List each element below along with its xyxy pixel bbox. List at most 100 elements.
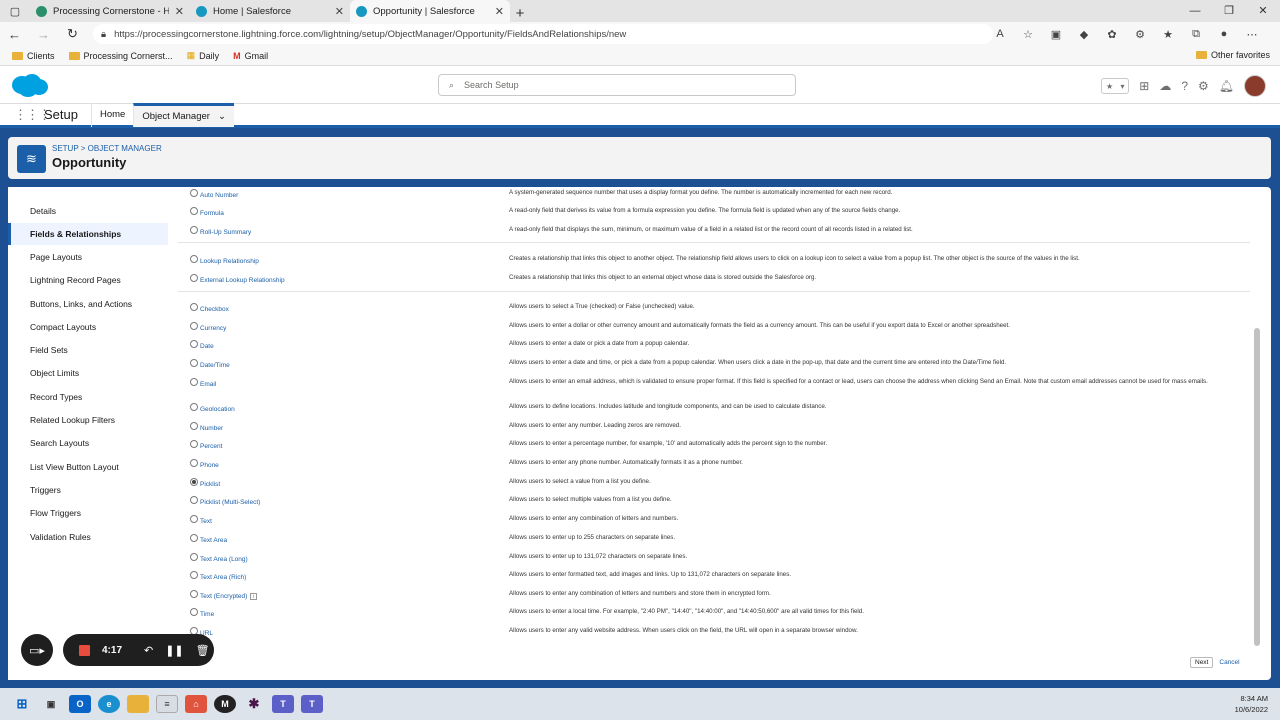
nav-tab-object-manager[interactable]: Object Manager ⌄ (133, 102, 234, 127)
search-setup-input[interactable]: ⌕ Search Setup (438, 74, 796, 96)
field-type-radio[interactable] (190, 608, 198, 616)
undo-icon[interactable]: ↶ (144, 644, 153, 657)
restore-icon[interactable]: ❐ (1212, 0, 1246, 22)
sidebar-item-triggers[interactable]: Triggers (8, 479, 168, 501)
info-icon[interactable]: i (250, 593, 258, 600)
field-type-radio[interactable] (190, 207, 198, 215)
teams-icon[interactable]: T (301, 695, 323, 713)
field-type-label[interactable]: Text Area (Long) (200, 556, 248, 563)
sidebar-item-search-layouts[interactable]: Search Layouts (8, 432, 168, 454)
bookmark-clients[interactable]: Clients (12, 51, 55, 61)
sidebar-item-fields-relationships[interactable]: Fields & Relationships (8, 223, 168, 245)
field-type-label[interactable]: Formula (200, 210, 224, 217)
bookmark-daily[interactable]: ▦ Daily (187, 50, 220, 61)
sidebar-item-record-types[interactable]: Record Types (8, 386, 168, 408)
extensions-icon[interactable]: ⚙ (1132, 28, 1148, 41)
close-window-icon[interactable]: ✕ (1246, 0, 1280, 22)
app-icon[interactable]: M (214, 695, 236, 713)
field-type-label[interactable]: Text (Encrypted) i (200, 593, 258, 600)
field-type-radio[interactable] (190, 459, 198, 467)
outlook-icon[interactable]: O (69, 695, 91, 713)
favorite-add-icon[interactable]: ☆ (1020, 28, 1036, 41)
field-type-radio[interactable] (190, 422, 198, 430)
field-type-label[interactable]: Picklist (200, 481, 220, 488)
add-icon[interactable]: ⊞ (1139, 79, 1149, 93)
field-type-label[interactable]: Percent (200, 443, 222, 450)
more-icon[interactable]: ⋯ (1244, 28, 1260, 41)
browser-tab-processing[interactable]: Processing Cornerstone - Home ✕ (30, 0, 190, 22)
bookmark-gmail[interactable]: M Gmail (233, 51, 268, 61)
collections-icon[interactable]: ⧉ (1188, 28, 1204, 41)
field-type-label[interactable]: Number (200, 425, 223, 432)
bookmark-processing[interactable]: Processing Cornerst... (68, 51, 173, 61)
field-type-label[interactable]: Date (200, 343, 214, 350)
field-type-label[interactable]: Checkbox (200, 306, 229, 313)
forward-icon[interactable]: → (29, 27, 58, 42)
trash-icon[interactable]: 🗑︎ (196, 644, 210, 657)
profile-icon[interactable]: ● (1216, 28, 1232, 41)
camera-button[interactable]: ▭▸ (21, 634, 53, 666)
sidebar-item-field-sets[interactable]: Field Sets (8, 339, 168, 361)
field-type-radio[interactable] (190, 515, 198, 523)
close-tab-icon[interactable]: ✕ (175, 5, 184, 18)
avatar[interactable] (1244, 75, 1266, 97)
field-type-label[interactable]: Text Area (200, 537, 227, 544)
cancel-button[interactable]: Cancel (1219, 659, 1239, 666)
bell-icon[interactable]: 🔔︎ (1219, 79, 1234, 93)
sidebar-item-object-limits[interactable]: Object Limits (8, 362, 168, 384)
field-type-radio[interactable] (190, 378, 198, 386)
field-type-radio[interactable] (190, 571, 198, 579)
field-type-radio[interactable] (190, 322, 198, 330)
refresh-icon[interactable]: ↻ (58, 26, 87, 42)
favorites-button[interactable]: ★ ▾ (1101, 78, 1130, 94)
field-type-label[interactable]: Lookup Relationship (200, 258, 259, 265)
field-type-label[interactable]: Date/Time (200, 362, 230, 369)
favorites-icon[interactable]: ★ (1160, 28, 1176, 41)
field-type-radio[interactable] (190, 226, 198, 234)
scrollbar-thumb[interactable] (1254, 328, 1260, 646)
field-type-label[interactable]: Phone (200, 462, 219, 469)
chevron-down-icon[interactable]: ⌄ (218, 111, 226, 122)
breadcrumb[interactable]: SETUP > OBJECT MANAGER (52, 144, 162, 153)
close-tab-icon[interactable]: ✕ (335, 5, 344, 18)
field-type-radio[interactable] (190, 534, 198, 542)
field-type-radio[interactable] (190, 274, 198, 282)
salesforce-logo-icon[interactable] (10, 72, 50, 98)
sidebar-item-details[interactable]: Details (8, 200, 168, 222)
field-type-radio[interactable] (190, 303, 198, 311)
notepad-icon[interactable]: ≡ (156, 695, 178, 713)
field-type-label[interactable]: Picklist (Multi-Select) (200, 499, 260, 506)
field-type-label[interactable]: Email (200, 381, 216, 388)
other-favorites[interactable]: Other favorites (1195, 50, 1270, 60)
extension-icon[interactable]: ✿ (1104, 28, 1120, 41)
field-type-label[interactable]: Text Area (Rich) (200, 574, 246, 581)
extension-icon[interactable]: ▣ (1048, 28, 1064, 41)
trailhead-icon[interactable]: ☁ (1159, 79, 1171, 93)
nav-tab-home[interactable]: Home (91, 102, 133, 127)
field-type-label[interactable]: Time (200, 611, 214, 618)
field-type-radio[interactable] (190, 496, 198, 504)
field-type-label[interactable]: Roll-Up Summary (200, 229, 251, 236)
extension-icon[interactable]: ◆ (1076, 28, 1092, 41)
new-tab-icon[interactable]: + (510, 5, 530, 22)
back-icon[interactable]: ← (0, 27, 29, 42)
sidebar-item-list-view-button-layout[interactable]: List View Button Layout (8, 456, 168, 478)
field-type-radio[interactable] (190, 440, 198, 448)
windows-start-icon[interactable]: ⊞ (11, 695, 33, 713)
sidebar-item-compact-layouts[interactable]: Compact Layouts (8, 316, 168, 338)
sidebar-item-validation-rules[interactable]: Validation Rules (8, 526, 168, 548)
field-type-radio[interactable] (190, 189, 198, 197)
tab-actions-icon[interactable]: ▢ (0, 0, 30, 22)
field-type-label[interactable]: Currency (200, 325, 226, 332)
sidebar-item-lightning-record-pages[interactable]: Lightning Record Pages (8, 269, 168, 291)
field-type-radio[interactable] (190, 553, 198, 561)
sidebar-item-page-layouts[interactable]: Page Layouts (8, 246, 168, 268)
app-launcher-icon[interactable]: ⋮⋮⋮ (14, 107, 51, 123)
task-view-icon[interactable]: ▣ (40, 695, 62, 713)
field-type-radio[interactable] (190, 590, 198, 598)
field-type-radio[interactable] (190, 403, 198, 411)
field-type-label[interactable]: Geolocation (200, 406, 235, 413)
edge-icon[interactable]: e (98, 695, 120, 713)
app-icon[interactable]: ⌂ (185, 695, 207, 713)
gear-icon[interactable]: ⚙ (1198, 79, 1209, 93)
